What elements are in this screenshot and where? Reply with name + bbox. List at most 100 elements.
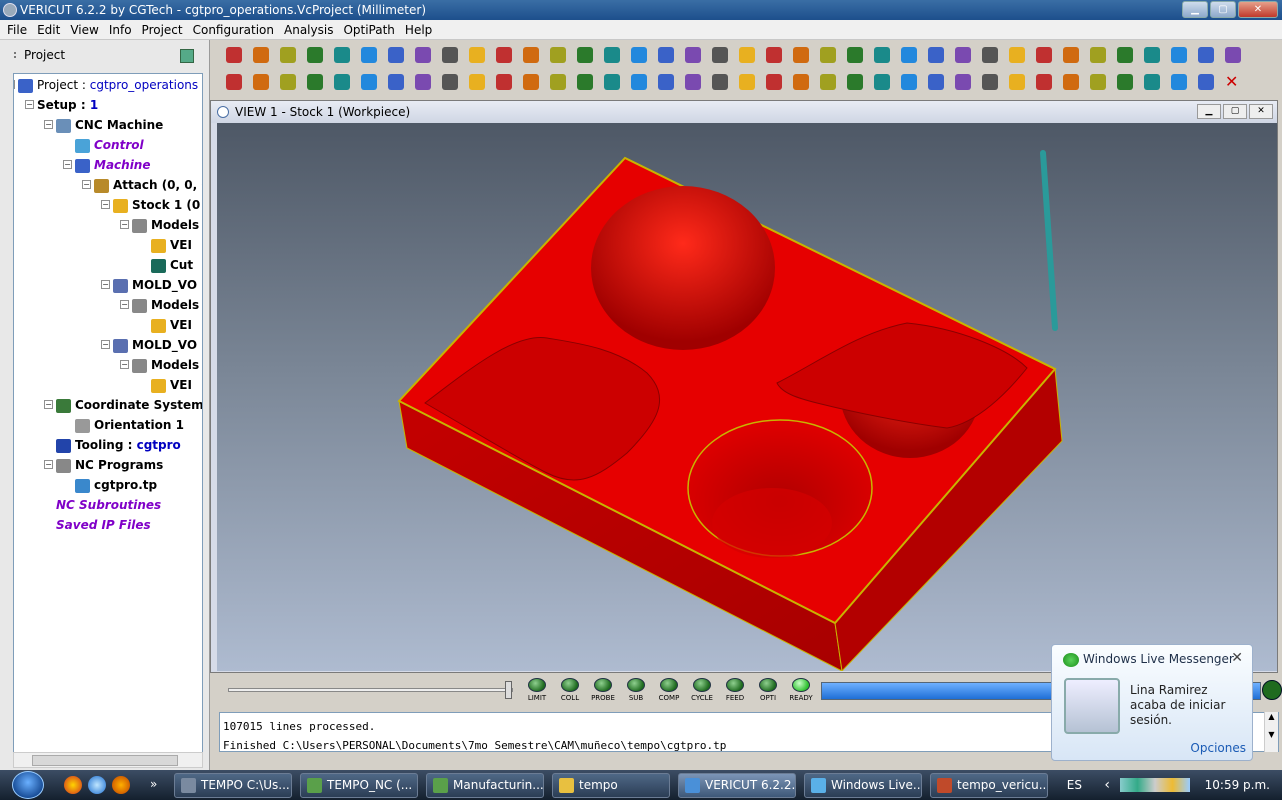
taskbar-button[interactable]: tempo_vericu... <box>930 773 1048 798</box>
layout-grid-icon[interactable] <box>1194 70 1218 94</box>
tree-horizontal-scrollbar[interactable] <box>13 752 203 768</box>
collapse-toggle-icon[interactable]: − <box>101 200 110 209</box>
camera-icon[interactable] <box>789 70 813 94</box>
view-minimize-button[interactable]: ▁ <box>1197 104 1221 119</box>
eye-icon[interactable] <box>465 70 489 94</box>
collapse-toggle-icon[interactable]: − <box>14 80 15 89</box>
tree-node[interactable]: Cut <box>151 255 193 275</box>
print-icon[interactable] <box>870 70 894 94</box>
model-icon[interactable] <box>519 43 543 67</box>
view-close-button[interactable]: ✕ <box>1249 104 1273 119</box>
indicator-probe[interactable]: PROBE <box>588 678 618 702</box>
macro-icon[interactable] <box>1005 43 1029 67</box>
tree-node[interactable]: − Coordinate Systems <box>44 395 202 415</box>
probe-icon[interactable] <box>681 43 705 67</box>
tree-node[interactable]: Orientation 1 <box>75 415 184 435</box>
folder-icon[interactable] <box>438 43 462 67</box>
image-icon[interactable] <box>843 70 867 94</box>
tree-node[interactable]: − NC Programs <box>44 455 163 475</box>
taskbar-button[interactable]: Windows Live... <box>804 773 922 798</box>
zoom-out-icon[interactable] <box>411 70 435 94</box>
cut-icon[interactable] <box>735 70 759 94</box>
notification-close-icon[interactable]: ✕ <box>1231 650 1243 666</box>
report-icon[interactable] <box>870 43 894 67</box>
collapse-toggle-icon[interactable]: − <box>120 360 129 369</box>
3d-viewport[interactable] <box>217 123 1277 673</box>
grip-icon[interactable] <box>14 52 20 58</box>
save-ip-icon[interactable] <box>789 43 813 67</box>
collapse-toggle-icon[interactable]: − <box>101 340 110 349</box>
vericut-icon[interactable] <box>1167 43 1191 67</box>
layout-three-icon[interactable] <box>1140 70 1164 94</box>
indicator-limit[interactable]: LIMIT <box>522 678 552 702</box>
new-project-icon[interactable] <box>222 43 246 67</box>
menu-file[interactable]: File <box>2 20 32 39</box>
fit-icon[interactable] <box>276 70 300 94</box>
log-vertical-scrollbar[interactable]: ▲ ▼ <box>1264 712 1278 752</box>
notification-message[interactable]: Lina Ramirez acaba de iniciar sesión. <box>1130 683 1240 728</box>
quick-launch-more-icon[interactable]: » <box>150 776 162 794</box>
firefox-icon[interactable] <box>112 776 130 794</box>
tree-node[interactable]: − Setup : 1 <box>25 95 98 115</box>
fit-window-icon[interactable] <box>438 70 462 94</box>
taskbar-button[interactable]: TEMPO_NC (... <box>300 773 418 798</box>
view-maximize-button[interactable]: ▢ <box>1223 104 1247 119</box>
machine-icon[interactable] <box>600 43 624 67</box>
indicator-sub[interactable]: SUB <box>621 678 651 702</box>
tree-node[interactable]: Tooling : cgtpro <box>56 435 181 455</box>
arrow-icon[interactable] <box>492 70 516 94</box>
inspect-icon[interactable] <box>627 70 651 94</box>
tree-node[interactable]: VEI <box>151 235 192 255</box>
close-button[interactable]: ✕ <box>1238 1 1278 18</box>
measure-icon[interactable] <box>897 70 921 94</box>
compare-icon[interactable] <box>762 43 786 67</box>
apt-icon[interactable] <box>708 43 732 67</box>
menu-view[interactable]: View <box>65 20 103 39</box>
cl-icon[interactable] <box>1032 43 1056 67</box>
menu-help[interactable]: Help <box>400 20 437 39</box>
palette-icon[interactable] <box>330 70 354 94</box>
split-horizontal-icon[interactable] <box>1113 70 1137 94</box>
collapse-toggle-icon[interactable]: − <box>44 400 53 409</box>
animation-speed-slider[interactable] <box>228 681 513 699</box>
ie-icon[interactable] <box>88 776 106 794</box>
taskbar-button[interactable]: Manufacturin... <box>426 773 544 798</box>
tree-node[interactable]: − Models <box>120 355 199 375</box>
collapse-toggle-icon[interactable]: − <box>101 280 110 289</box>
indicator-cycle[interactable]: CYCLE <box>687 678 717 702</box>
cutter-icon[interactable] <box>735 43 759 67</box>
origin-icon[interactable] <box>924 43 948 67</box>
menu-project[interactable]: Project <box>137 20 188 39</box>
flow-icon[interactable] <box>762 70 786 94</box>
play-button[interactable] <box>1262 680 1282 700</box>
start-button[interactable] <box>2 770 54 800</box>
save-project-icon[interactable] <box>276 43 300 67</box>
gm-icon[interactable] <box>1059 43 1083 67</box>
edit-icon[interactable] <box>708 70 732 94</box>
menu-optipath[interactable]: OptiPath <box>338 20 399 39</box>
print-icon[interactable] <box>573 43 597 67</box>
menu-info[interactable]: Info <box>104 20 137 39</box>
slider-knob[interactable] <box>505 681 512 699</box>
tree-node[interactable]: NC Subroutines <box>56 495 161 515</box>
open-file-icon[interactable] <box>303 43 327 67</box>
optipath-icon[interactable] <box>1194 43 1218 67</box>
single-view-icon[interactable] <box>1059 70 1083 94</box>
menu-configuration[interactable]: Configuration <box>188 20 279 39</box>
menu-edit[interactable]: Edit <box>32 20 65 39</box>
tree-node[interactable]: VEI <box>151 375 192 395</box>
zoom-in-icon[interactable] <box>384 70 408 94</box>
nc-edit-icon[interactable] <box>1113 43 1137 67</box>
axis-icon[interactable] <box>654 43 678 67</box>
tray-icons[interactable] <box>1120 778 1190 792</box>
home-icon[interactable] <box>546 70 570 94</box>
close-view-icon[interactable]: ✕ <box>1221 70 1245 94</box>
setup-icon[interactable] <box>411 43 435 67</box>
avatar[interactable] <box>1064 678 1120 734</box>
maximize-button[interactable]: ▢ <box>1210 1 1236 18</box>
tree-node[interactable]: Saved IP Files <box>56 515 151 535</box>
pan-view-icon[interactable] <box>249 70 273 94</box>
material-icon[interactable] <box>303 70 327 94</box>
move-icon[interactable] <box>1005 70 1029 94</box>
taskbar-button[interactable]: tempo <box>552 773 670 798</box>
